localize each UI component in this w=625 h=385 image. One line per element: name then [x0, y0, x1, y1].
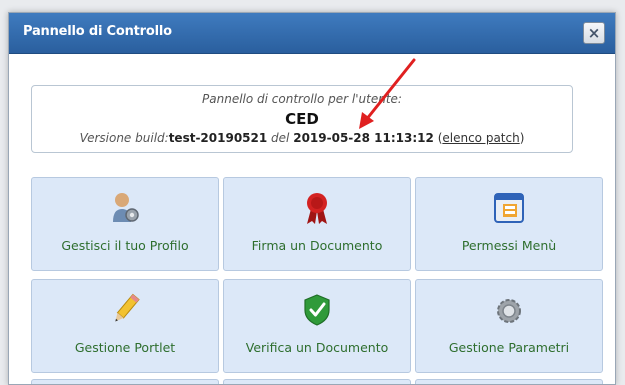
- user-info-caption: Pannello di controllo per l'utente:: [202, 92, 402, 106]
- dialog-title: Pannello di Controllo: [23, 24, 172, 39]
- close-icon: ×: [587, 23, 601, 42]
- pencil-icon: [115, 293, 140, 322]
- build-date: 2019-05-28 11:13:12: [293, 131, 434, 145]
- build-label: Versione build:: [79, 131, 169, 145]
- tile-label: Gestisci il tuo Profilo: [61, 238, 189, 253]
- gear-ring-icon: [497, 299, 521, 323]
- tile-partial[interactable]: [415, 379, 603, 384]
- user-info-box: Pannello di controllo per l'utente: CED …: [31, 85, 573, 153]
- dialog-titlebar[interactable]: Pannello di Controllo ×: [9, 13, 615, 54]
- tile-label: Verifica un Documento: [245, 340, 389, 355]
- tile-profile[interactable]: Gestisci il tuo Profilo: [31, 177, 219, 271]
- tile-label: Permessi Menù: [461, 238, 557, 253]
- patch-list-link[interactable]: elenco patch: [442, 131, 519, 145]
- shield-check-icon: [304, 294, 330, 326]
- user-settings-icon: [113, 193, 139, 222]
- tile-menu-permissions[interactable]: Permessi Menù: [415, 177, 603, 271]
- build-value: test-20190521: [168, 131, 268, 145]
- tile-label: Gestione Portlet: [74, 340, 176, 355]
- build-info: Versione build:test-20190521 del 2019-05…: [32, 131, 572, 145]
- tile-label: Firma un Documento: [251, 238, 383, 253]
- tile-label: Gestione Parametri: [448, 340, 570, 355]
- tile-partial[interactable]: [31, 379, 219, 384]
- menu-window-icon: [494, 193, 524, 223]
- username: CED: [285, 110, 319, 128]
- tile-partial[interactable]: [223, 379, 411, 384]
- paren-close: ): [519, 131, 525, 145]
- close-button[interactable]: ×: [583, 22, 605, 44]
- tile-verify-document[interactable]: Verifica un Documento: [223, 279, 411, 373]
- del-label: del: [271, 131, 290, 145]
- ribbon-seal-icon: [307, 193, 327, 224]
- tile-portlet[interactable]: Gestione Portlet: [31, 279, 219, 373]
- tile-parameters[interactable]: Gestione Parametri: [415, 279, 603, 373]
- control-panel-dialog: Pannello di Controllo × Pannello di cont…: [8, 12, 616, 385]
- tile-sign-document[interactable]: Firma un Documento: [223, 177, 411, 271]
